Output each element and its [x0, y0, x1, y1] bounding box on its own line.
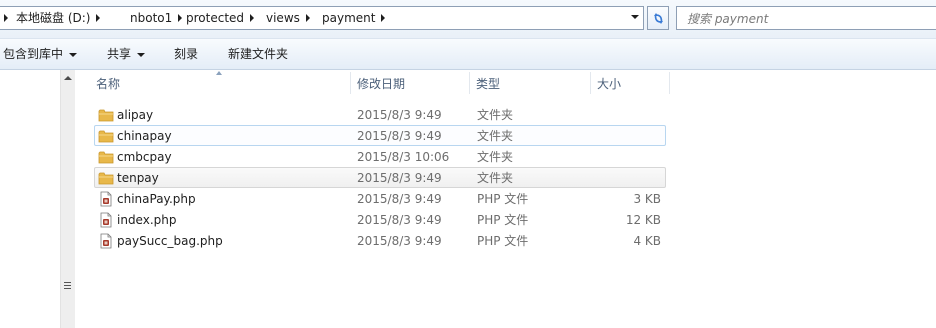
file-modified-date: 2015/8/3 9:49: [357, 108, 442, 122]
burn-button[interactable]: 刻录: [174, 39, 198, 70]
file-type: 文件夹: [477, 150, 514, 164]
chevron-right-icon[interactable]: [250, 14, 255, 22]
breadcrumb-protected[interactable]: protected: [186, 7, 255, 29]
breadcrumb-label[interactable]: payment: [322, 7, 375, 29]
file-name: index.php: [117, 213, 177, 227]
column-header-label: 类型: [476, 77, 501, 91]
navigation-pane[interactable]: [0, 70, 60, 328]
file-row[interactable]: chinapay 2015/8/3 9:49 文件夹: [94, 125, 666, 146]
include-in-library-button[interactable]: 包含到库中: [3, 39, 78, 70]
file-row[interactable]: chinaPay.php 2015/8/3 9:49 PHP 文件 3 KB: [94, 188, 666, 209]
file-type: PHP 文件: [477, 213, 529, 227]
explorer-window: 本地磁盘 (D:) nboto1 protected views payment: [0, 0, 936, 328]
file-name: paySucc_bag.php: [117, 234, 223, 248]
include-in-library-label: 包含到库中: [3, 47, 64, 61]
breadcrumb-nboto1[interactable]: nboto1: [130, 7, 183, 29]
column-divider[interactable]: [669, 72, 670, 94]
breadcrumb-label[interactable]: 本地磁盘 (D:): [16, 7, 90, 29]
search-input[interactable]: [685, 9, 929, 29]
file-type: 文件夹: [477, 129, 514, 143]
breadcrumb-drive[interactable]: 本地磁盘 (D:): [16, 7, 101, 29]
chevron-right-icon[interactable]: [381, 14, 386, 22]
chevron-right-icon[interactable]: [4, 14, 8, 22]
breadcrumb-label[interactable]: nboto1: [130, 7, 172, 29]
breadcrumb-payment[interactable]: payment: [322, 7, 386, 29]
address-row: 本地磁盘 (D:) nboto1 protected views payment: [0, 0, 936, 38]
column-header-type[interactable]: 类型: [470, 70, 590, 96]
refresh-icon: [654, 13, 663, 24]
column-header-label: 修改日期: [357, 77, 406, 91]
chevron-right-icon[interactable]: [96, 14, 101, 22]
php-file-icon: [98, 212, 114, 228]
file-type: 文件夹: [477, 108, 514, 122]
chevron-right-icon[interactable]: [178, 14, 183, 22]
search-box[interactable]: [676, 6, 936, 30]
breadcrumb-label[interactable]: views: [266, 7, 300, 29]
file-modified-date: 2015/8/3 9:49: [357, 234, 442, 248]
scroll-grip-icon[interactable]: [64, 282, 71, 290]
file-size: 3 KB: [633, 192, 661, 206]
chevron-down-icon: [137, 52, 146, 57]
file-type: PHP 文件: [477, 234, 529, 248]
scroll-up-arrow-icon[interactable]: [64, 76, 72, 80]
new-folder-label: 新建文件夹: [228, 47, 289, 61]
file-row[interactable]: alipay 2015/8/3 9:49 文件夹: [94, 104, 666, 125]
address-bar[interactable]: 本地磁盘 (D:) nboto1 protected views payment: [0, 6, 644, 30]
folder-icon: [98, 149, 114, 165]
file-modified-date: 2015/8/3 9:49: [357, 129, 442, 143]
file-name: chinapay: [117, 129, 172, 143]
file-modified-date: 2015/8/3 10:06: [357, 150, 450, 164]
folder-icon: [98, 128, 114, 144]
breadcrumb-views[interactable]: views: [266, 7, 310, 29]
address-history-dropdown-icon[interactable]: [631, 15, 639, 19]
column-header-label: 大小: [597, 77, 622, 91]
column-header-label: 名称: [96, 77, 121, 91]
file-size: 12 KB: [625, 213, 661, 227]
chevron-down-icon: [69, 52, 78, 57]
column-header-size[interactable]: 大小: [591, 70, 669, 96]
command-bar: 包含到库中 共享 刻录 新建文件夹: [0, 38, 936, 70]
folder-icon: [98, 170, 114, 186]
file-name: alipay: [117, 108, 154, 122]
file-row[interactable]: cmbcpay 2015/8/3 10:06 文件夹: [94, 146, 666, 167]
file-modified-date: 2015/8/3 9:49: [357, 192, 442, 206]
php-file-icon: [98, 191, 114, 207]
file-row[interactable]: tenpay 2015/8/3 9:49 文件夹: [94, 167, 666, 188]
php-file-icon: [98, 233, 114, 249]
folder-icon: [98, 107, 114, 123]
breadcrumb-root-arrow[interactable]: [4, 7, 8, 29]
file-row[interactable]: index.php 2015/8/3 9:49 PHP 文件 12 KB: [94, 209, 666, 230]
refresh-button[interactable]: [647, 6, 669, 30]
file-name: tenpay: [117, 171, 159, 185]
new-folder-button[interactable]: 新建文件夹: [228, 39, 288, 70]
column-header-date[interactable]: 修改日期: [351, 70, 469, 96]
breadcrumb-label[interactable]: protected: [186, 7, 244, 29]
file-row[interactable]: paySucc_bag.php 2015/8/3 9:49 PHP 文件 4 KB: [94, 230, 666, 251]
file-modified-date: 2015/8/3 9:49: [357, 213, 442, 227]
file-modified-date: 2015/8/3 9:49: [357, 171, 442, 185]
burn-label: 刻录: [174, 47, 199, 61]
share-label: 共享: [107, 47, 132, 61]
share-button[interactable]: 共享: [107, 39, 146, 70]
file-size: 4 KB: [633, 234, 661, 248]
navigation-scrollbar[interactable]: [60, 70, 75, 328]
file-type: PHP 文件: [477, 192, 529, 206]
file-name: cmbcpay: [117, 150, 172, 164]
chevron-right-icon[interactable]: [305, 14, 310, 22]
file-name: chinaPay.php: [117, 192, 196, 206]
column-header-name[interactable]: 名称: [90, 70, 350, 96]
file-type: 文件夹: [477, 171, 514, 185]
